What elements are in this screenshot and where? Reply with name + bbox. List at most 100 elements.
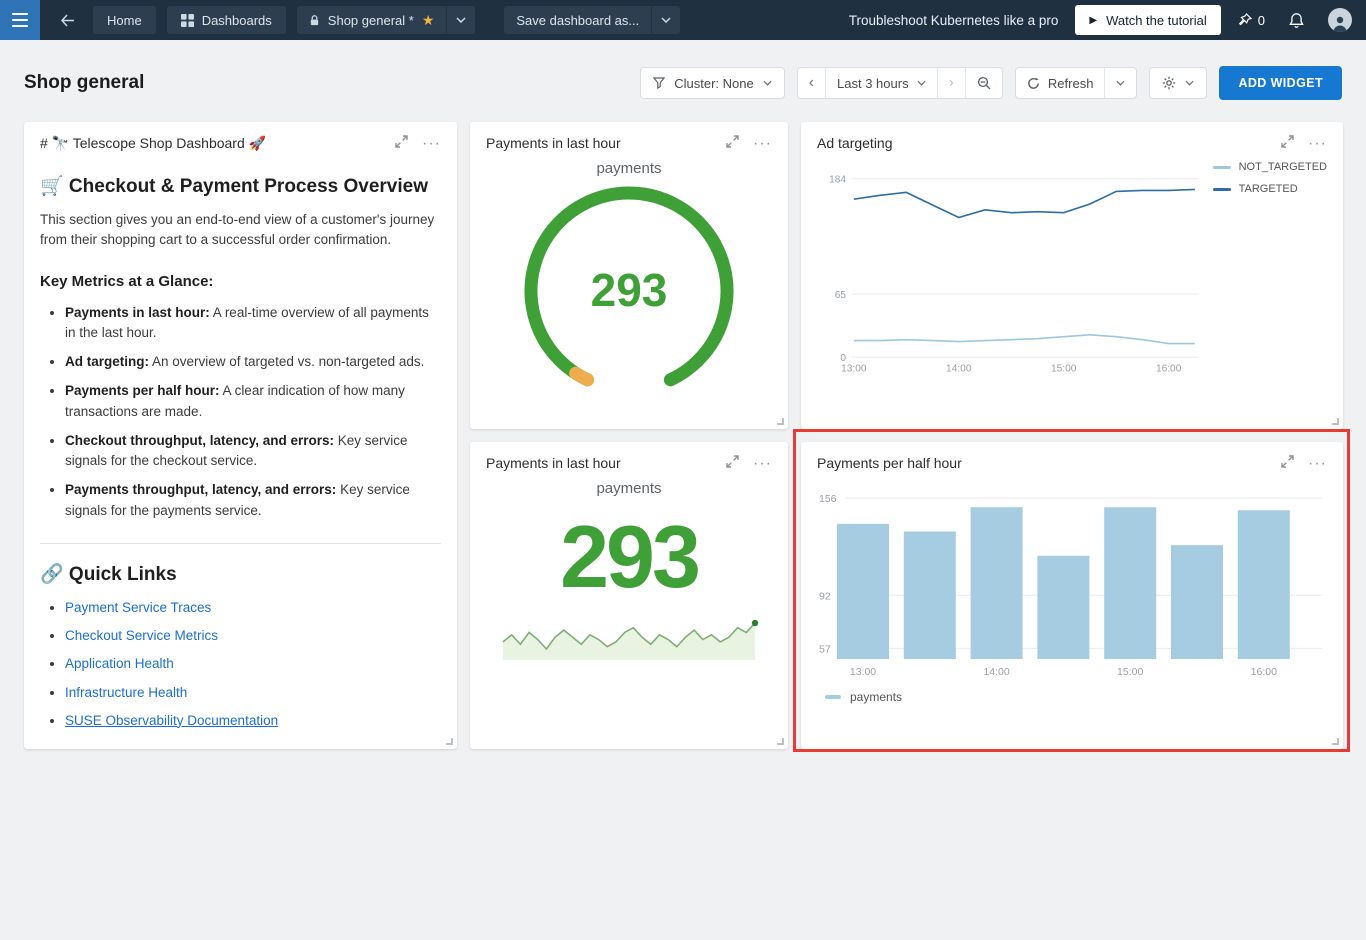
nav-dashboards[interactable]: Dashboards xyxy=(167,6,286,34)
widget-title: Ad targeting xyxy=(817,135,893,151)
expand-widget-button[interactable] xyxy=(1281,135,1294,151)
widget-header: Ad targeting ··· xyxy=(817,135,1327,151)
funnel-icon xyxy=(653,77,665,89)
back-button[interactable] xyxy=(53,14,82,27)
cluster-filter-label: Cluster: None xyxy=(674,76,753,91)
expand-widget-button[interactable] xyxy=(726,455,739,471)
widget-menu-button[interactable]: ··· xyxy=(753,136,772,151)
settings-dropdown[interactable] xyxy=(1149,67,1207,99)
time-range-label: Last 3 hours xyxy=(837,76,909,91)
save-dashboard-as-button[interactable]: Save dashboard as... xyxy=(504,6,651,34)
series-label: payments xyxy=(486,480,772,497)
widget-actions: ··· xyxy=(1281,135,1327,151)
chevron-down-icon xyxy=(1185,80,1194,86)
list-item: Payments per half hour: A clear indicati… xyxy=(65,381,441,422)
save-dashboard-as-label: Save dashboard as... xyxy=(516,13,639,28)
resize-handle[interactable] xyxy=(777,738,784,745)
refresh-interval-chevron[interactable] xyxy=(1104,68,1136,98)
expand-widget-button[interactable] xyxy=(1281,455,1294,471)
page-header: Shop general Cluster: None ‹ Last 3 hour… xyxy=(0,40,1366,100)
pin-icon xyxy=(1238,13,1252,27)
svg-text:92: 92 xyxy=(819,590,831,602)
page-title: Shop general xyxy=(24,72,144,94)
legend-swatch xyxy=(825,695,841,699)
payments-number-widget: Payments in last hour ··· payments 293 xyxy=(470,442,788,749)
svg-text:13:00: 13:00 xyxy=(841,364,867,375)
link-infrastructure-health[interactable]: Infrastructure Health xyxy=(65,685,187,700)
markdown-widget: # 🔭 Telescope Shop Dashboard 🚀 ··· 🛒 Che… xyxy=(24,122,457,749)
widget-title: Payments in last hour xyxy=(486,455,621,471)
zoom-out-button[interactable] xyxy=(965,68,1002,98)
notifications-button[interactable] xyxy=(1282,12,1311,29)
widget-actions: ··· xyxy=(726,135,772,151)
widget-header: Payments in last hour ··· xyxy=(486,135,772,151)
resize-handle[interactable] xyxy=(1332,418,1339,425)
time-range-dropdown[interactable]: Last 3 hours xyxy=(825,68,937,98)
legend-label[interactable]: payments xyxy=(850,690,902,704)
link-suse-observability-docs[interactable]: SUSE Observability Documentation xyxy=(65,713,278,728)
list-item: Application Health xyxy=(65,654,441,674)
cluster-filter[interactable]: Cluster: None xyxy=(640,67,784,99)
chevron-down-icon xyxy=(763,80,772,86)
quick-links-heading: 🔗 Quick Links xyxy=(40,562,441,586)
widget-menu-button[interactable]: ··· xyxy=(753,456,772,471)
resize-handle[interactable] xyxy=(446,738,453,745)
ad-targeting-widget: Ad targeting ··· 18465013:0014:0015:0016… xyxy=(801,122,1343,429)
series-label: payments xyxy=(486,160,772,177)
lock-icon xyxy=(309,14,320,27)
gear-icon xyxy=(1162,76,1176,90)
chevron-down-icon xyxy=(917,80,926,86)
svg-text:0: 0 xyxy=(840,353,846,364)
expand-widget-button[interactable] xyxy=(395,135,408,151)
line-chart-area: 18465013:0014:0015:0016:00 NOT_TARGETED … xyxy=(817,153,1327,379)
save-dashboard-as-chevron[interactable] xyxy=(651,6,680,34)
svg-text:184: 184 xyxy=(829,175,846,186)
expand-widget-button[interactable] xyxy=(726,135,739,151)
list-item: Payments in last hour: A real-time overv… xyxy=(65,303,441,344)
legend-swatch xyxy=(1213,166,1231,169)
pinned-items-button[interactable]: 0 xyxy=(1238,13,1265,28)
resize-handle[interactable] xyxy=(777,418,784,425)
menu-button[interactable] xyxy=(0,0,40,40)
svg-text:15:00: 15:00 xyxy=(1117,666,1143,678)
payments-gauge-widget: Payments in last hour ··· payments 293 xyxy=(470,122,788,429)
widget-menu-button[interactable]: ··· xyxy=(1308,456,1327,471)
user-avatar[interactable] xyxy=(1328,8,1352,32)
add-widget-button[interactable]: ADD WIDGET xyxy=(1219,66,1342,100)
time-back-button[interactable]: ‹ xyxy=(798,68,825,98)
chart-legend: payments xyxy=(817,690,1327,704)
widget-menu-button[interactable]: ··· xyxy=(422,136,441,151)
expand-icon xyxy=(1281,135,1294,148)
legend-item[interactable]: NOT_TARGETED xyxy=(1213,161,1327,173)
link-checkout-service-metrics[interactable]: Checkout Service Metrics xyxy=(65,628,218,643)
widget-title: # 🔭 Telescope Shop Dashboard 🚀 xyxy=(40,135,266,152)
dashboard-selector-chevron[interactable] xyxy=(446,6,475,34)
list-item: Checkout Service Metrics xyxy=(65,626,441,646)
markdown-body: 🛒 Checkout & Payment Process Overview Th… xyxy=(40,152,441,731)
intro-paragraph: This section gives you an end-to-end vie… xyxy=(40,210,441,251)
hamburger-icon xyxy=(12,13,28,27)
link-payment-service-traces[interactable]: Payment Service Traces xyxy=(65,600,211,615)
resize-handle[interactable] xyxy=(1332,738,1339,745)
nav-home[interactable]: Home xyxy=(93,6,156,34)
time-forward-button[interactable]: › xyxy=(937,68,965,98)
gauge-value: 293 xyxy=(514,263,744,317)
widget-grid: # 🔭 Telescope Shop Dashboard 🚀 ··· 🛒 Che… xyxy=(24,122,1342,749)
watch-tutorial-button[interactable]: ▶ Watch the tutorial xyxy=(1075,5,1220,35)
dashboard-selector-button[interactable]: Shop general * ★ xyxy=(297,6,447,34)
legend-item[interactable]: TARGETED xyxy=(1213,183,1327,195)
promo-text: Troubleshoot Kubernetes like a pro xyxy=(849,13,1059,28)
chevron-down-icon xyxy=(456,17,466,23)
svg-text:15:00: 15:00 xyxy=(1051,364,1077,375)
dashboard-selector: Shop general * ★ xyxy=(297,6,476,34)
widget-title: Payments per half hour xyxy=(817,455,962,471)
widget-menu-button[interactable]: ··· xyxy=(1308,136,1327,151)
favorite-star-icon[interactable]: ★ xyxy=(422,13,435,27)
refresh-button[interactable]: Refresh xyxy=(1016,68,1105,98)
quick-links-list: Payment Service Traces Checkout Service … xyxy=(40,598,441,731)
expand-icon xyxy=(726,455,739,468)
list-item: Payment Service Traces xyxy=(65,598,441,618)
svg-text:156: 156 xyxy=(819,493,837,505)
link-application-health[interactable]: Application Health xyxy=(65,656,174,671)
back-arrow-icon xyxy=(60,14,75,27)
